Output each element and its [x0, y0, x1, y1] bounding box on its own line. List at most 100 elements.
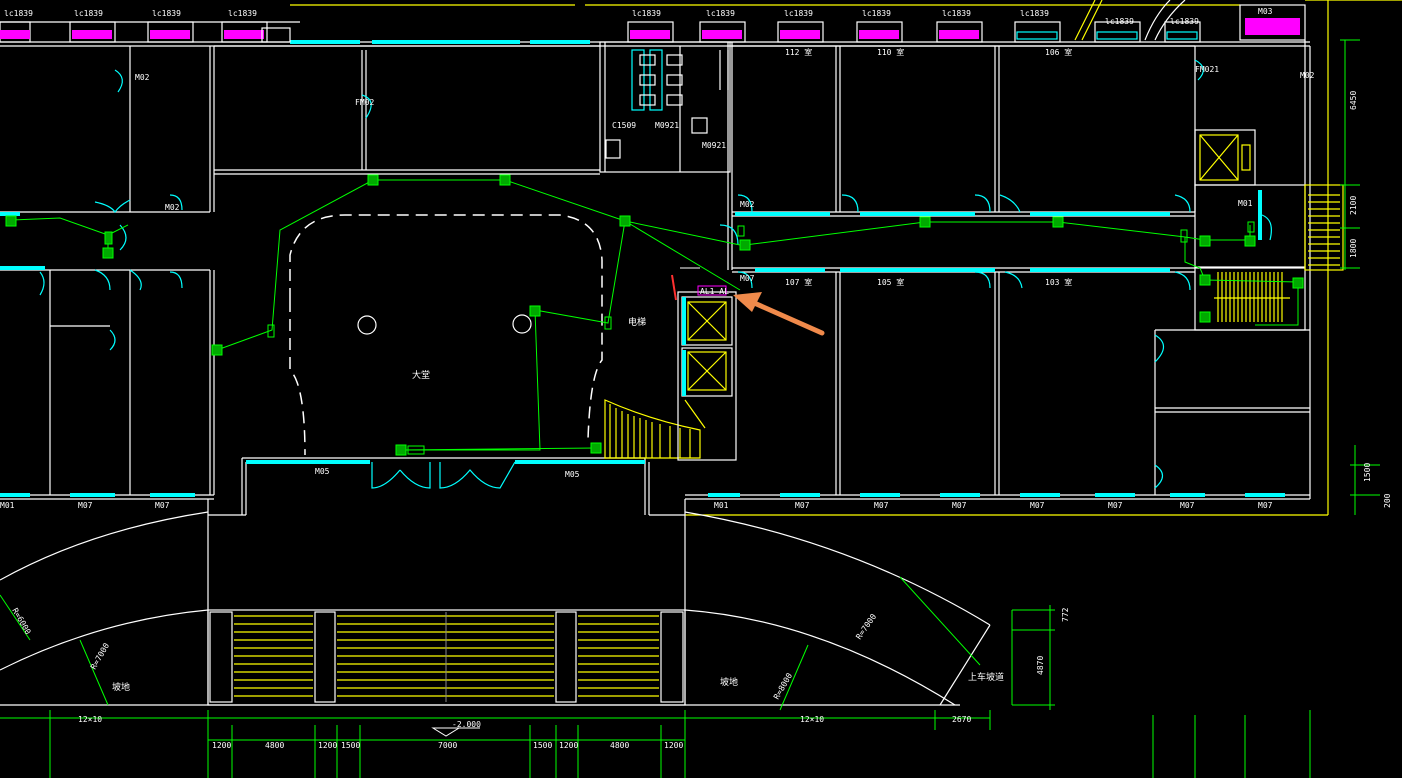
door-label: M01 — [714, 501, 729, 510]
door-label-m0921b: M0921 — [702, 141, 726, 150]
dim-label: 4870 — [1036, 656, 1045, 675]
window-box-4 — [221, 21, 268, 43]
dim-label: 1500 — [341, 741, 360, 750]
window-label: lc1839 — [152, 9, 181, 18]
window-box-8 — [856, 21, 903, 43]
window-label: lc1839 — [1020, 9, 1049, 18]
window-box-5 — [627, 21, 674, 43]
window-label: lc1839 — [942, 9, 971, 18]
dim-label: 1200 — [559, 741, 578, 750]
car-ramp-label: 上车坡道 — [968, 671, 1004, 683]
window-box-2 — [69, 21, 116, 43]
slope-label: 坡地 — [112, 681, 130, 693]
light-fixture — [1292, 277, 1304, 289]
slope-label: 坡地 — [720, 676, 738, 688]
window-label-c1509: C1509 — [612, 121, 636, 130]
light-fixture — [1199, 274, 1211, 286]
window-box-9 — [936, 21, 983, 43]
lift-lobby-label: 电梯 — [628, 316, 646, 328]
light-fixture — [367, 174, 379, 186]
window-label: lc1839 — [1105, 17, 1134, 26]
switch — [1247, 221, 1255, 233]
door-label: M02 — [740, 200, 755, 209]
dim-label: 772 — [1061, 607, 1070, 622]
door-label: M07 — [874, 501, 889, 510]
light-fixture — [211, 344, 223, 356]
window-box-10 — [1014, 21, 1061, 43]
light-fixture — [529, 305, 541, 317]
radius-label: R=8000 — [772, 671, 794, 701]
window-box-3 — [147, 21, 194, 43]
elevation-label: -2.000 — [452, 720, 481, 729]
dim-label: 1200 — [212, 741, 231, 750]
dim-label: 4800 — [265, 741, 284, 750]
window-label: lc1839 — [784, 9, 813, 18]
column-circle — [357, 315, 377, 335]
light-fixture — [5, 215, 17, 227]
right-stair — [1214, 272, 1290, 322]
switch — [737, 225, 745, 237]
window-label: lc1839 — [706, 9, 735, 18]
window-label: lc1839 — [228, 9, 257, 18]
dim-label: 2670 — [952, 715, 971, 724]
left-wing: M02 M02 M01 M07 M07 — [0, 46, 215, 510]
room-label: 110 室 — [877, 47, 904, 57]
door-label-fm021: FM021 — [1195, 65, 1219, 74]
door-label-m01: M01 — [1238, 199, 1253, 208]
dim-label: 1500 — [1363, 463, 1372, 482]
dim-label: 6450 — [1349, 91, 1358, 110]
dim-label: 1500 — [533, 741, 552, 750]
door-label: M02 — [1300, 71, 1315, 80]
orange-pointer-arrow — [733, 292, 825, 336]
light-fixture — [919, 216, 931, 228]
electrical-wiring — [5, 174, 1304, 456]
door-label: M07 — [78, 501, 93, 510]
front-plaza: R=7000 R=6000 R=8000 R=7000 坡地 坡地 上车坡道 — [0, 499, 1004, 711]
radius-label: R=7000 — [854, 612, 878, 641]
panel-label: AL1 AL — [700, 287, 729, 296]
room-label: 106 室 — [1045, 47, 1072, 57]
door-label: M05 — [565, 470, 580, 479]
top-window-strip: lc1839 lc1839 lc1839 lc1839 lc1839 lc183… — [0, 0, 1402, 47]
column-circle — [512, 314, 532, 334]
radius-label: R=7000 — [89, 641, 111, 671]
window-box-13 — [1239, 4, 1306, 41]
light-fixture — [739, 239, 751, 251]
door-label: M05 — [315, 467, 330, 476]
cad-floor-plan: lc1839 lc1839 lc1839 lc1839 lc1839 lc183… — [0, 0, 1402, 778]
light-fixture — [395, 444, 407, 456]
dim-label: 2100 — [1349, 196, 1358, 215]
light-fixture — [1199, 311, 1211, 323]
lobby-label: 大堂 — [412, 369, 430, 381]
switch — [1180, 229, 1188, 243]
door-label-m0921: M0921 — [655, 121, 679, 130]
room-label: 112 室 — [785, 47, 812, 57]
elevation-marker — [431, 727, 461, 737]
switch — [104, 231, 113, 245]
window-box-1 — [0, 21, 31, 43]
door-label: M07 — [795, 501, 810, 510]
door-label: M07 — [1030, 501, 1045, 510]
window-label: lc1839 — [4, 9, 33, 18]
room-label: 103 室 — [1045, 277, 1072, 287]
door-label: M02 — [135, 73, 150, 82]
door-label-m03: M03 — [1258, 7, 1273, 16]
door-label: M02 — [165, 203, 180, 212]
room-label: 107 室 — [785, 277, 812, 287]
dim-label: 7000 — [438, 741, 457, 750]
light-fixture — [590, 442, 602, 454]
window-label: lc1839 — [862, 9, 891, 18]
dim-label: 1200 — [664, 741, 683, 750]
right-wing: M01 M07 M07 M07 M07 M07 M07 M07 112 室 11… — [685, 0, 1344, 516]
window-box-6 — [699, 21, 746, 43]
door-label: M07 — [740, 274, 755, 283]
dim-label: 200 — [1383, 493, 1392, 508]
radius-label: R=6000 — [10, 607, 32, 637]
light-fixture — [619, 215, 631, 227]
door-label-fm02: FM02 — [355, 98, 374, 107]
dim-label: 4800 — [610, 741, 629, 750]
dim-label: 12×10 — [800, 715, 824, 724]
dim-label: 12×10 — [78, 715, 102, 724]
door-label: M07 — [1108, 501, 1123, 510]
door-label: M07 — [155, 501, 170, 510]
